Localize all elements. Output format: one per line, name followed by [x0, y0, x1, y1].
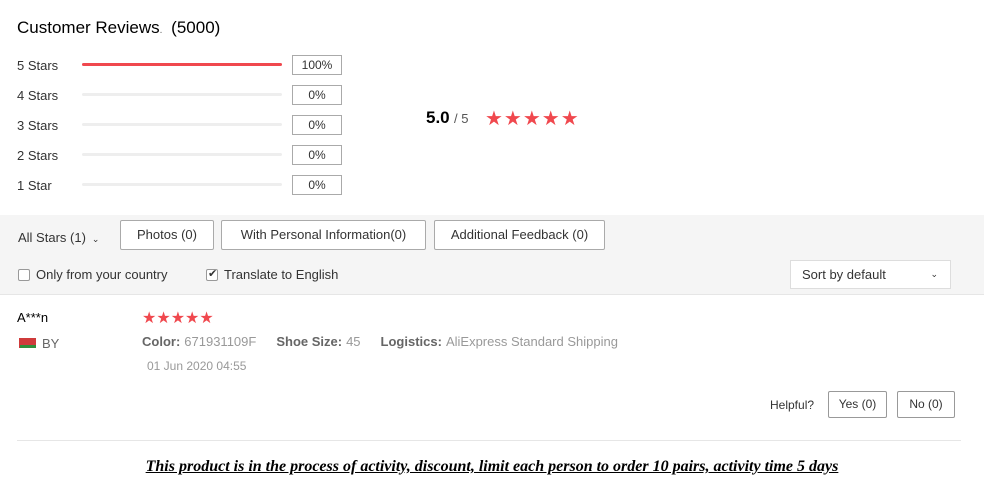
only-country-checkbox[interactable]: Only from your country: [18, 267, 168, 282]
dist-percent: 0%: [292, 145, 342, 165]
review-count: (5000): [171, 18, 221, 37]
additional-feedback-filter-button[interactable]: Additional Feedback (0): [434, 220, 605, 250]
dist-row-3[interactable]: 3 Stars 0%: [17, 115, 347, 135]
average-score: 5.0: [426, 108, 450, 127]
logistics-value: AliExpress Standard Shipping: [445, 334, 618, 349]
star-icon: ★★★★★: [142, 310, 214, 327]
dist-percent: 0%: [292, 115, 342, 135]
dist-percent: 0%: [292, 85, 342, 105]
dist-percent: 100%: [292, 55, 342, 75]
average-max: / 5: [454, 111, 469, 126]
dist-label: 2 Stars: [17, 148, 59, 163]
dist-label: 5 Stars: [17, 58, 59, 73]
reviewer-country: BY: [42, 336, 60, 351]
dist-bar: [82, 153, 282, 156]
color-label: Color:: [142, 334, 181, 349]
dist-bar: [82, 183, 282, 186]
dist-row-1[interactable]: 1 Star 0%: [17, 175, 347, 195]
dist-label: 3 Stars: [17, 118, 59, 133]
belarus-flag-icon: [17, 338, 36, 348]
dist-fill: [82, 63, 282, 66]
helpful-label: Helpful?: [770, 398, 815, 412]
sort-select[interactable]: Sort by default ⌄: [790, 260, 951, 289]
dist-bar: [82, 93, 282, 96]
review-meta: Color: 671931109F Shoe Size: 45 Logistic…: [142, 334, 618, 349]
color-value: 671931109F: [184, 334, 257, 349]
dist-percent: 0%: [292, 175, 342, 195]
dist-row-5[interactable]: 5 Stars 100%: [17, 55, 347, 75]
logistics-label: Logistics:: [380, 334, 442, 349]
personal-info-filter-button[interactable]: With Personal Information(0): [221, 220, 426, 250]
size-value: 45: [346, 334, 361, 349]
dist-row-2[interactable]: 2 Stars 0%: [17, 145, 347, 165]
page-title: Customer Reviews. (5000): [17, 18, 221, 37]
dist-label: 1 Star: [17, 178, 52, 193]
divider: [17, 440, 961, 441]
helpful-yes-button[interactable]: Yes (0): [828, 391, 887, 418]
translate-checkbox[interactable]: Translate to English: [206, 267, 338, 282]
chevron-down-icon: ⌄: [930, 269, 938, 279]
reviewer-name: A***n: [17, 310, 49, 325]
checkbox-box[interactable]: [18, 268, 30, 281]
star-icon: ★★★★★: [485, 108, 580, 130]
review-date: 01 Jun 2020 04:55: [147, 359, 247, 373]
dist-label: 4 Stars: [17, 88, 59, 103]
dist-row-4[interactable]: 4 Stars 0%: [17, 85, 347, 105]
activity-notice: This product is in the process of activi…: [145, 458, 839, 475]
size-label: Shoe Size:: [276, 334, 343, 349]
photos-filter-button[interactable]: Photos (0): [120, 220, 214, 250]
all-stars-dropdown[interactable]: All Stars (1) ⌄: [18, 230, 99, 245]
check-icon[interactable]: [206, 267, 218, 281]
chevron-down-icon: ⌄: [91, 234, 100, 244]
helpful-no-button[interactable]: No (0): [897, 391, 955, 418]
dist-bar: [82, 123, 282, 126]
dist-bar: [82, 63, 282, 66]
filter-bar: All Stars (1) ⌄ Photos (0) With Personal …: [0, 215, 984, 295]
